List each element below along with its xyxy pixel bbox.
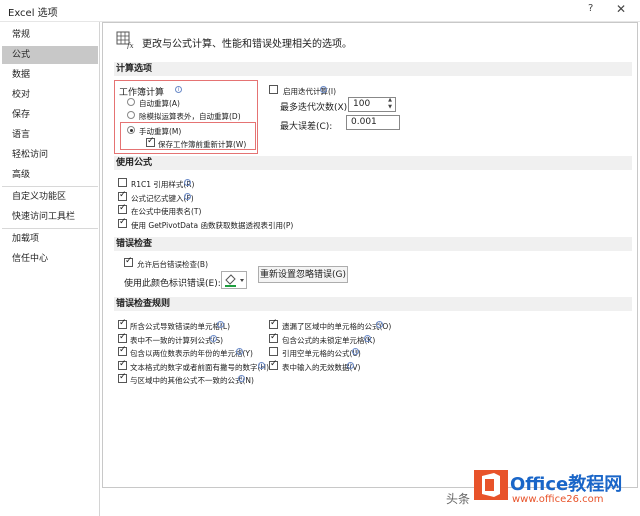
sidebar-item-trust-center[interactable]: 信任中心 xyxy=(2,250,98,268)
checkbox-rule-text-numbers[interactable] xyxy=(118,359,127,370)
error-color-label: 使用此颜色标识错误(E): xyxy=(124,279,221,289)
checkbox-r1c1[interactable] xyxy=(118,178,127,187)
watermark-prefix: 头条 xyxy=(446,492,471,506)
sidebar-item-save[interactable]: 保存 xyxy=(2,106,98,124)
sidebar-item-data[interactable]: 数据 xyxy=(2,66,98,84)
window-title: Excel 选项 xyxy=(8,8,58,19)
info-icon: i xyxy=(352,348,359,355)
page-header: 更改与公式计算、性能和错误处理相关的选项。 xyxy=(142,39,352,50)
watermark-url: www.office26.com xyxy=(512,494,604,505)
workbook-calc-label: 工作簿计算 xyxy=(119,88,165,98)
rule-label: 遗漏了区域中的单元格的公式(O) xyxy=(282,322,392,331)
section-calculation: 计算选项 xyxy=(114,62,632,76)
info-icon: i xyxy=(184,179,191,186)
radio-manual[interactable] xyxy=(127,126,135,134)
info-icon: i xyxy=(364,335,371,342)
section-error-checking: 错误检查 xyxy=(114,237,632,251)
getpivotdata-label: 使用 GetPivotData 函数获取数据透视表引用(P) xyxy=(131,221,294,230)
checkbox-recalc-before-save[interactable] xyxy=(146,136,155,147)
max-iter-spinner[interactable]: ▲ ▼ xyxy=(386,97,394,112)
svg-text:fx: fx xyxy=(126,42,134,49)
checkbox-rule-inconsistent-formula[interactable] xyxy=(118,372,127,383)
checkbox-rule-error-formulas[interactable] xyxy=(118,318,127,329)
checkbox-rule-empty-cells[interactable] xyxy=(269,347,278,356)
checkbox-rule-omitted-cells[interactable] xyxy=(269,318,278,329)
sidebar-item-language[interactable]: 语言 xyxy=(2,126,98,144)
info-icon: i xyxy=(210,335,217,342)
recalc-before-save-label: 保存工作簿前重新计算(W) xyxy=(158,140,247,149)
sidebar-divider xyxy=(2,186,98,187)
formula-options-icon: fx xyxy=(116,31,134,49)
info-icon: i xyxy=(236,348,243,355)
info-icon: i xyxy=(217,321,224,328)
background-error-check-label: 允许后台错误检查(B) xyxy=(137,260,208,269)
office-logo-icon xyxy=(474,470,508,500)
sidebar-item-quick-access[interactable]: 快速访问工具栏 xyxy=(2,208,98,226)
rule-label: 所含公式导致错误的单元格(L) xyxy=(130,322,231,331)
checkbox-table-names[interactable] xyxy=(118,203,127,214)
max-change-label: 最大误差(C): xyxy=(280,122,333,132)
info-icon: i xyxy=(376,321,383,328)
sidebar-item-customize-ribbon[interactable]: 自定义功能区 xyxy=(2,188,98,206)
sidebar-item-proofing[interactable]: 校对 xyxy=(2,86,98,104)
checkbox-rule-inconsistent-column[interactable] xyxy=(118,332,127,343)
checkbox-formula-autocomplete[interactable] xyxy=(118,190,127,201)
help-button[interactable]: ? xyxy=(588,3,593,14)
rule-label: 包含以两位数表示的年份的单元格(Y) xyxy=(130,349,253,358)
checkbox-getpivotdata[interactable] xyxy=(118,217,127,228)
info-icon: i xyxy=(175,86,182,93)
checkbox-rule-unlocked-cells[interactable] xyxy=(269,332,278,343)
info-icon: i xyxy=(184,193,191,200)
info-icon: i xyxy=(320,86,327,93)
iterative-label: 启用迭代计算(I) xyxy=(283,87,337,96)
radio-auto-except-label: 除模拟运算表外，自动重算(D) xyxy=(139,112,241,121)
section-error-rules: 错误检查规则 xyxy=(114,297,632,311)
radio-auto-except-tables[interactable] xyxy=(127,111,135,119)
max-change-input[interactable]: 0.001 xyxy=(346,115,400,130)
table-names-label: 在公式中使用表名(T) xyxy=(131,207,202,216)
rule-label: 与区域中的其他公式不一致的公式(N) xyxy=(130,376,254,385)
radio-manual-label: 手动重算(M) xyxy=(139,127,182,136)
checkbox-iterative[interactable] xyxy=(269,85,278,94)
sidebar: 常规 公式 数据 校对 保存 语言 轻松访问 高级 自定义功能区 快速访问工具栏… xyxy=(0,22,100,516)
sidebar-item-advanced[interactable]: 高级 xyxy=(2,166,98,184)
rule-label: 文本格式的数字或者前面有撇号的数字(H) xyxy=(130,363,269,372)
watermark-brand: Office教程网 xyxy=(510,474,623,495)
title-bar: Excel 选项 ? ✕ xyxy=(0,0,640,22)
info-icon: i xyxy=(258,362,265,369)
close-button[interactable]: ✕ xyxy=(616,2,626,16)
checkbox-background-error-check[interactable] xyxy=(124,256,133,267)
rule-label: 引用空单元格的公式(U) xyxy=(282,349,361,358)
reset-ignored-errors-button[interactable]: 重新设置忽略错误(G) xyxy=(258,266,348,283)
radio-auto[interactable] xyxy=(127,98,135,106)
sidebar-item-accessibility[interactable]: 轻松访问 xyxy=(2,146,98,164)
info-icon: i xyxy=(238,375,245,382)
rule-label: 包含公式的未锁定单元格(K) xyxy=(282,336,376,345)
info-icon: i xyxy=(347,362,354,369)
checkbox-rule-two-digit-years[interactable] xyxy=(118,345,127,356)
radio-auto-label: 自动重算(A) xyxy=(139,99,180,108)
checkbox-rule-invalid-data[interactable] xyxy=(269,359,278,370)
sidebar-divider xyxy=(2,228,98,229)
max-iter-label: 最多迭代次数(X): xyxy=(280,103,351,113)
paint-bucket-icon xyxy=(225,274,244,287)
error-color-picker[interactable] xyxy=(221,271,247,289)
sidebar-item-formulas[interactable]: 公式 xyxy=(2,46,98,64)
sidebar-item-general[interactable]: 常规 xyxy=(2,26,98,44)
section-formulas: 使用公式 xyxy=(114,156,632,170)
sidebar-item-addins[interactable]: 加载项 xyxy=(2,230,98,248)
